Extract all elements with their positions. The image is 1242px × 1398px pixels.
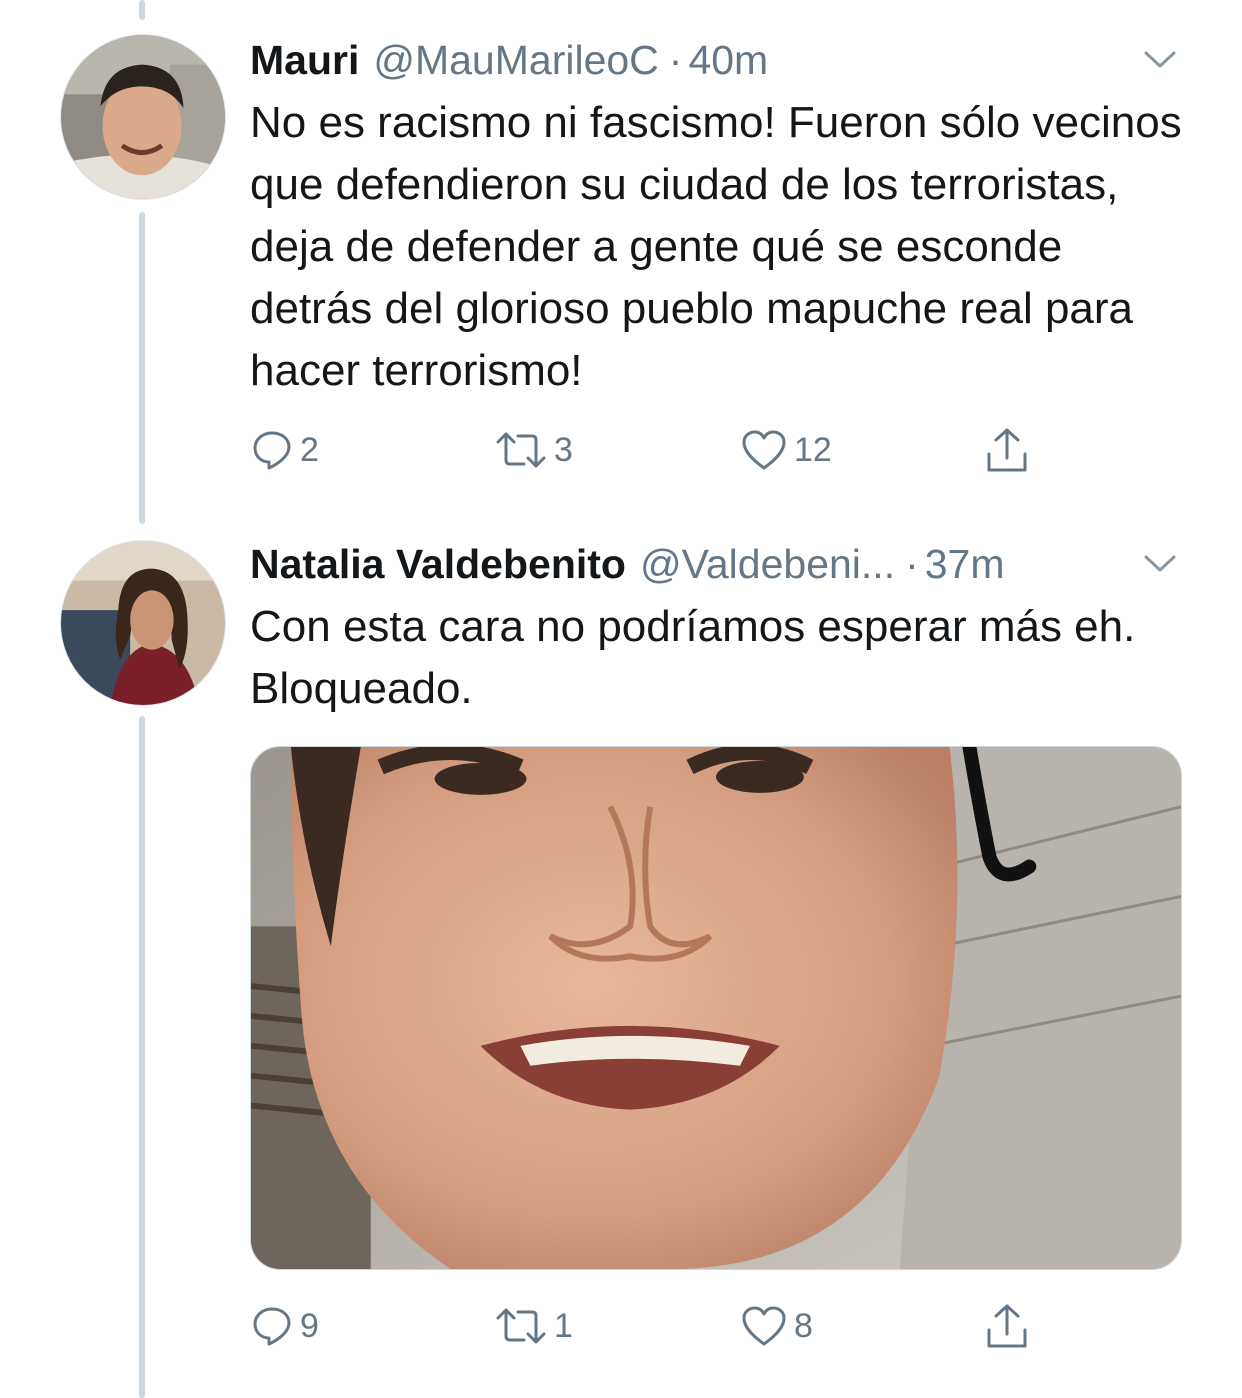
like-count: 8 (794, 1306, 813, 1345)
avatar-photo (61, 541, 225, 705)
timestamp[interactable]: 37m (925, 534, 1005, 594)
user-handle[interactable]: @MauMarileoC (373, 30, 658, 90)
like-count: 12 (794, 430, 832, 469)
display-name[interactable]: Natalia Valdebenito (250, 534, 626, 594)
user-handle[interactable]: @Valdebeni... (640, 534, 895, 594)
display-name[interactable]: Mauri (250, 30, 359, 90)
tweet-media-photo[interactable] (250, 746, 1182, 1270)
tweet-header: Natalia Valdebenito @Valdebeni... · 37m (250, 534, 1182, 594)
reply-icon (253, 431, 291, 470)
avatar-photo (61, 35, 225, 199)
tweet[interactable]: Mauri @MauMarileoC · 40m No es racismo n… (0, 0, 1242, 528)
like-icon (742, 1306, 786, 1346)
reply-icon (253, 1307, 291, 1346)
retweet-button[interactable]: 3 (494, 420, 573, 480)
retweet-count: 3 (554, 430, 573, 469)
reply-count: 2 (300, 430, 319, 469)
retweet-count: 1 (554, 1306, 573, 1345)
retweet-icon (496, 432, 546, 468)
tweet[interactable]: Natalia Valdebenito @Valdebeni... · 37m … (0, 528, 1242, 1398)
media-image (251, 747, 1181, 1269)
avatar[interactable] (60, 34, 226, 200)
share-icon (987, 1304, 1027, 1348)
tweet-text: Con esta cara no podríamos esperar más e… (250, 602, 1136, 713)
share-icon (987, 428, 1027, 472)
share-button[interactable] (984, 420, 1030, 480)
reply-count: 9 (300, 1306, 319, 1345)
like-button[interactable]: 12 (740, 420, 832, 480)
reply-button[interactable]: 2 (250, 420, 319, 480)
chevron-down-icon[interactable] (1138, 546, 1182, 582)
retweet-button[interactable]: 1 (494, 1296, 573, 1356)
like-icon (742, 430, 786, 470)
separator-dot: · (905, 541, 919, 587)
chevron-down-icon[interactable] (1138, 42, 1182, 78)
like-button[interactable]: 8 (740, 1296, 813, 1356)
reply-button[interactable]: 9 (250, 1296, 319, 1356)
separator-dot: · (668, 37, 683, 83)
tweet-text: No es racismo ni fascismo! Fueron sólo v… (250, 98, 1182, 395)
tweet-actions: 2 3 12 (250, 420, 1050, 480)
tweet-actions: 9 1 8 (250, 1296, 1050, 1356)
retweet-icon (496, 1308, 546, 1344)
share-button[interactable] (984, 1296, 1030, 1356)
avatar[interactable] (60, 540, 226, 706)
tweet-header: Mauri @MauMarileoC · 40m (250, 30, 1182, 90)
tweet-thread: Mauri @MauMarileoC · 40m No es racismo n… (0, 0, 1242, 1398)
timestamp[interactable]: 40m (688, 30, 768, 90)
